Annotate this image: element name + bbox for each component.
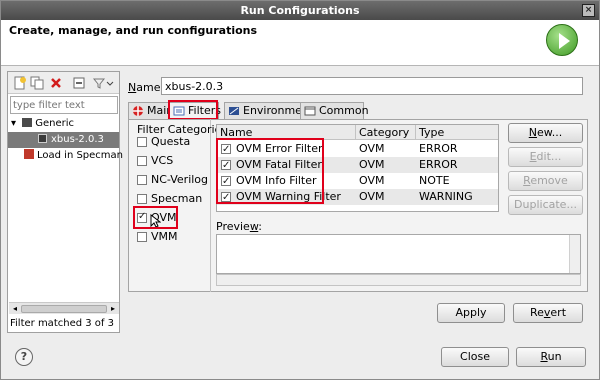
duplicate-filter-button[interactable]: Duplicate...: [508, 195, 583, 215]
filter-input[interactable]: [10, 96, 118, 114]
tab-main[interactable]: Main: [128, 102, 173, 119]
revert-button[interactable]: Revert: [513, 303, 583, 323]
filter-category: OVM: [359, 174, 385, 187]
scroll-right-icon[interactable]: ▸: [108, 304, 118, 314]
run-button[interactable]: Run: [516, 347, 586, 367]
collapse-all-icon[interactable]: [72, 76, 86, 90]
environment-tab-icon: [229, 107, 239, 115]
nc-verilog-label: NC-Verilog: [151, 173, 209, 186]
expand-arrow-icon[interactable]: ▾: [11, 118, 16, 129]
configurations-toolbar: [8, 72, 119, 94]
tab-label: Common: [319, 104, 369, 117]
run-configurations-window: Run Configurations × Create, manage, and…: [0, 0, 600, 380]
tree-item-generic[interactable]: ▾ Generic: [11, 116, 74, 132]
preview-vertical-scrollbar[interactable]: [569, 235, 580, 273]
vmm-checkbox[interactable]: [137, 232, 147, 242]
title-bar: Run Configurations ×: [1, 1, 599, 20]
filter-category: OVM: [359, 142, 385, 155]
delete-config-icon[interactable]: [49, 76, 63, 90]
help-icon[interactable]: ?: [15, 348, 33, 366]
config-icon: [38, 134, 47, 143]
tree-item-load-in-specman[interactable]: Load in Specman: [24, 148, 123, 164]
tree-item-label: Generic: [35, 118, 74, 129]
specman-label: Specman: [151, 192, 203, 205]
configurations-pane: ▾ Generic xbus-2.0.3 Load in Specman ◂ ▸…: [7, 71, 123, 333]
vcs-checkbox[interactable]: [137, 156, 147, 166]
name-field[interactable]: [161, 77, 583, 95]
ovm-highlight: [133, 206, 178, 229]
tree-item-label: Load in Specman: [37, 150, 124, 161]
nc-verilog-checkbox[interactable]: [137, 175, 147, 185]
filter-names-highlight: [216, 138, 324, 204]
name-label: Name:: [128, 81, 165, 94]
filter-type: WARNING: [419, 190, 473, 203]
banner-title: Create, manage, and run configurations: [9, 24, 258, 37]
tree-item-xbus[interactable]: xbus-2.0.3: [8, 132, 119, 148]
filter-menu-icon[interactable]: [92, 76, 114, 90]
new-config-icon[interactable]: [13, 76, 27, 90]
apply-button[interactable]: Apply: [437, 303, 505, 323]
duplicate-config-icon[interactable]: [30, 76, 44, 90]
tab-environment[interactable]: Environment: [224, 102, 313, 119]
common-tab-icon: [304, 106, 316, 116]
preview-area[interactable]: [216, 234, 581, 274]
scrollbar-thumb[interactable]: [21, 305, 107, 313]
main-tab-icon: [133, 106, 143, 116]
new-filter-button[interactable]: New...: [508, 123, 583, 143]
horizontal-scrollbar[interactable]: ◂ ▸: [9, 302, 119, 314]
filter-type: ERROR: [419, 158, 458, 171]
filter-category: OVM: [359, 158, 385, 171]
questa-label: Questa: [151, 135, 191, 148]
run-icon: [546, 24, 578, 56]
close-button[interactable]: Close: [441, 347, 509, 367]
filter-type: ERROR: [419, 142, 458, 155]
preview-label: Preview:: [216, 220, 262, 233]
tree-item-label: xbus-2.0.3: [51, 134, 104, 145]
close-window-icon[interactable]: ×: [582, 4, 595, 17]
questa-checkbox[interactable]: [137, 137, 147, 147]
window-title: Run Configurations: [240, 4, 360, 17]
filter-category: OVM: [359, 190, 385, 203]
column-category[interactable]: Category: [356, 125, 416, 140]
specman-icon: [24, 149, 34, 159]
remove-filter-button[interactable]: Remove: [508, 171, 583, 191]
filters-tab-highlight: [168, 100, 218, 120]
filter-type: NOTE: [419, 174, 450, 187]
tab-common[interactable]: Common: [300, 102, 369, 119]
preview-horizontal-scrollbar[interactable]: [216, 274, 581, 286]
header-banner: Create, manage, and run configurations: [1, 20, 599, 66]
edit-filter-button[interactable]: Edit...: [508, 147, 583, 167]
generic-config-icon: [22, 118, 33, 127]
filter-status: Filter matched 3 of 3 ite: [10, 318, 118, 329]
column-type[interactable]: Type: [416, 125, 498, 140]
specman-checkbox[interactable]: [137, 194, 147, 204]
vmm-label: VMM: [151, 230, 178, 243]
vcs-label: VCS: [151, 154, 174, 167]
scroll-left-icon[interactable]: ◂: [10, 304, 20, 314]
